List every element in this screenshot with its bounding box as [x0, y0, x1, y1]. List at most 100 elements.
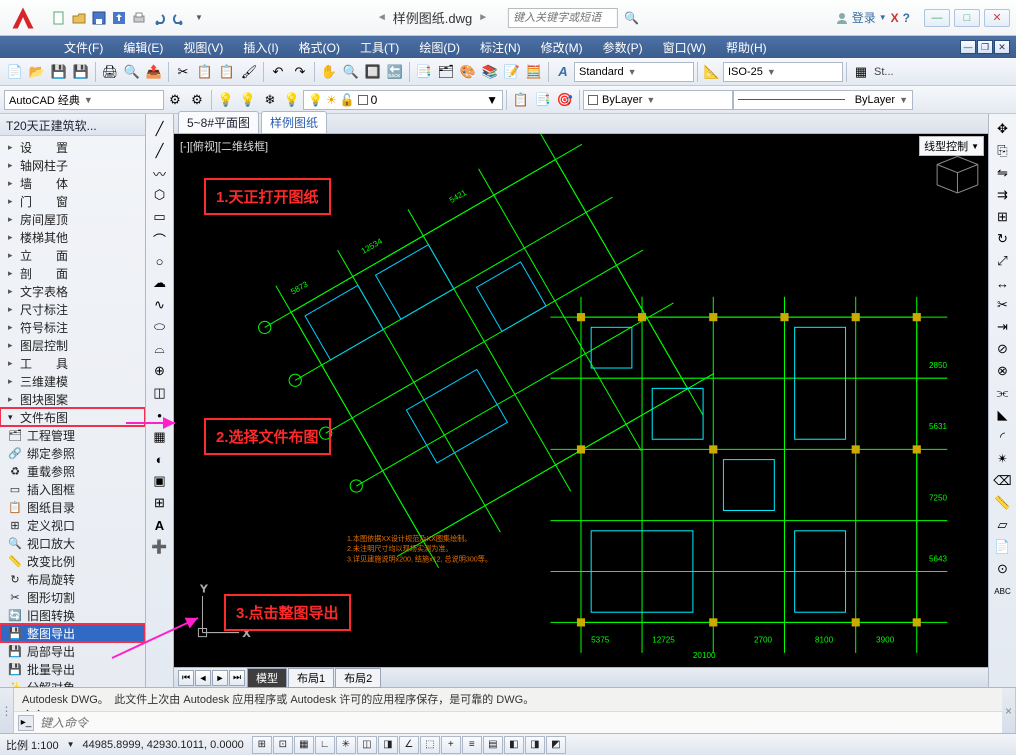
mod-array-icon[interactable]: ⊞	[992, 206, 1014, 228]
mdi-min-button[interactable]: —	[960, 40, 976, 54]
laymatch-icon[interactable]: 🎯	[554, 89, 576, 111]
t20-node-layer[interactable]: ▸图层控制	[0, 336, 145, 354]
menu-insert[interactable]: 插入(I)	[233, 37, 288, 58]
mod-move-icon[interactable]: ✥	[992, 118, 1014, 140]
qat-open-icon[interactable]	[70, 9, 88, 27]
cmd-close-icon[interactable]: ×	[1002, 688, 1016, 733]
t20-node-wall[interactable]: ▸墙 体	[0, 174, 145, 192]
t20-cmd-exportpart[interactable]: 💾局部导出	[0, 642, 145, 660]
draw-ellipse-icon[interactable]: ⬭	[149, 316, 171, 338]
menu-dim[interactable]: 标注(N)	[470, 37, 531, 58]
measure-abc-icon[interactable]: ABC	[992, 580, 1014, 602]
menu-view[interactable]: 视图(V)	[173, 37, 233, 58]
layer-freeze-icon[interactable]: ❄	[259, 89, 281, 111]
menu-modify[interactable]: 修改(M)	[531, 37, 593, 58]
ms-tab-layout2[interactable]: 布局2	[335, 668, 381, 688]
t20-node-stair[interactable]: ▸楼梯其他	[0, 228, 145, 246]
t20-node-door[interactable]: ▸门 窗	[0, 192, 145, 210]
tb-redo-icon[interactable]: ↷	[289, 61, 311, 83]
draw-revcloud-icon[interactable]: ☁	[149, 272, 171, 294]
t20-cmd-scale[interactable]: 📏改变比例	[0, 552, 145, 570]
tb-paste-icon[interactable]: 📋	[216, 61, 238, 83]
cmd-handle-icon[interactable]: ⋮	[0, 688, 14, 733]
draw-region-icon[interactable]: ▣	[149, 470, 171, 492]
t20-cmd-sheetlist[interactable]: 📋图纸目录	[0, 498, 145, 516]
draw-hatch-icon[interactable]: ▦	[149, 426, 171, 448]
t20-node-room[interactable]: ▸房间屋顶	[0, 210, 145, 228]
qat-undo-icon[interactable]	[150, 9, 168, 27]
draw-spline-icon[interactable]: ∿	[149, 294, 171, 316]
tb-markup-icon[interactable]: 📝	[501, 61, 523, 83]
exchange-icon[interactable]: X	[891, 11, 899, 25]
t20-cmd-bindref[interactable]: 🔗绑定参照	[0, 444, 145, 462]
draw-xline-icon[interactable]: ╱	[149, 140, 171, 162]
draw-insert-icon[interactable]: ⊕	[149, 360, 171, 382]
mod-join-icon[interactable]: ⫘	[992, 382, 1014, 404]
drawing-canvas[interactable]: [-][俯视][二维线框] 线型控制 ▼	[174, 134, 988, 667]
color-combo[interactable]: ByLayer ▼	[583, 90, 733, 110]
workspace-combo[interactable]: AutoCAD 经典 ▼	[4, 90, 164, 110]
mdi-restore-button[interactable]: ❐	[977, 40, 993, 54]
t20-cmd-explode[interactable]: ✨分解对象	[0, 678, 145, 687]
t20-node-dim[interactable]: ▸尺寸标注	[0, 300, 145, 318]
t20-cmd-vpzoom[interactable]: 🔍视口放大	[0, 534, 145, 552]
tb-preview-icon[interactable]: 🔍	[121, 61, 143, 83]
draw-rect-icon[interactable]: ▭	[149, 206, 171, 228]
draw-mtext-icon[interactable]: A	[149, 514, 171, 536]
close-button[interactable]: ✕	[984, 9, 1010, 27]
mod-mirror-icon[interactable]: ⇋	[992, 162, 1014, 184]
tb-zoomwin-icon[interactable]: 🔲	[362, 61, 384, 83]
layer-combo[interactable]: 💡 ☀ 🔓 0 ▼	[303, 90, 503, 110]
draw-pline-icon[interactable]: 〰	[149, 162, 171, 184]
measure-area-icon[interactable]: ▱	[992, 514, 1014, 536]
measure-dist-icon[interactable]: 📏	[992, 492, 1014, 514]
t20-cmd-exportbatch[interactable]: 💾批量导出	[0, 660, 145, 678]
menu-file[interactable]: 文件(F)	[54, 37, 113, 58]
tb-tp-icon[interactable]: 🎨	[457, 61, 479, 83]
qat-plot-icon[interactable]	[130, 9, 148, 27]
layer-unisolate-icon[interactable]: 💡	[215, 89, 237, 111]
menu-edit[interactable]: 编辑(E)	[113, 37, 173, 58]
menu-tools[interactable]: 工具(T)	[350, 37, 409, 58]
layer-off-icon[interactable]: 💡	[281, 89, 303, 111]
menu-draw[interactable]: 绘图(D)	[409, 37, 470, 58]
tb-cut-icon[interactable]: ✂	[172, 61, 194, 83]
t20-node-setting[interactable]: ▸设 置	[0, 138, 145, 156]
menu-param[interactable]: 参数(P)	[593, 37, 653, 58]
tb-dc-icon[interactable]: 🗂	[435, 61, 457, 83]
command-input[interactable]	[40, 716, 998, 730]
draw-arc-icon[interactable]: ⌒	[149, 228, 171, 250]
cmd-prompt-icon[interactable]: ▸_	[18, 715, 34, 731]
draw-point-icon[interactable]: •	[149, 404, 171, 426]
mod-extend-icon[interactable]: ⇥	[992, 316, 1014, 338]
draw-block-icon[interactable]: ◫	[149, 382, 171, 404]
qat-save-icon[interactable]	[90, 9, 108, 27]
qat-dropdown-icon[interactable]: ▼	[190, 9, 208, 27]
mod-chamfer-icon[interactable]: ◣	[992, 404, 1014, 426]
measure-list-icon[interactable]: 📄	[992, 536, 1014, 558]
ws-settings-icon[interactable]: ⚙	[164, 89, 186, 111]
tb-textstyle-icon[interactable]: A	[552, 61, 574, 83]
menu-help[interactable]: 帮助(H)	[716, 37, 777, 58]
prev-doc-arrow-icon[interactable]: ◄	[377, 12, 387, 23]
mod-scale-icon[interactable]: ⤢	[992, 250, 1014, 272]
tb-copy-icon[interactable]: 📋	[194, 61, 216, 83]
t20-node-3d[interactable]: ▸三维建模	[0, 372, 145, 390]
ms-prev-icon[interactable]: ◄	[195, 670, 211, 686]
ws-gear-icon[interactable]: ⚙	[186, 89, 208, 111]
draw-earc-icon[interactable]: ⌓	[149, 338, 171, 360]
laystate-icon[interactable]: 📑	[532, 89, 554, 111]
menu-format[interactable]: 格式(O)	[289, 37, 350, 58]
qat-new-icon[interactable]	[50, 9, 68, 27]
laymgr-icon[interactable]: 📋	[510, 89, 532, 111]
scale-dropdown-icon[interactable]: ▼	[67, 740, 75, 749]
draw-table-icon[interactable]: ⊞	[149, 492, 171, 514]
view-tab-plan[interactable]: 5~8#平面图	[178, 111, 259, 133]
mod-stretch-icon[interactable]: ↔	[992, 272, 1014, 294]
app-logo[interactable]	[0, 0, 46, 36]
measure-id-icon[interactable]: ⊙	[992, 558, 1014, 580]
status-scale[interactable]: 比例 1:100	[6, 737, 59, 753]
mod-trim-icon[interactable]: ✂	[992, 294, 1014, 316]
t20-cmd-oldconv[interactable]: 🔄旧图转换	[0, 606, 145, 624]
dimstyle-combo[interactable]: ISO-25 ▼	[723, 62, 843, 82]
